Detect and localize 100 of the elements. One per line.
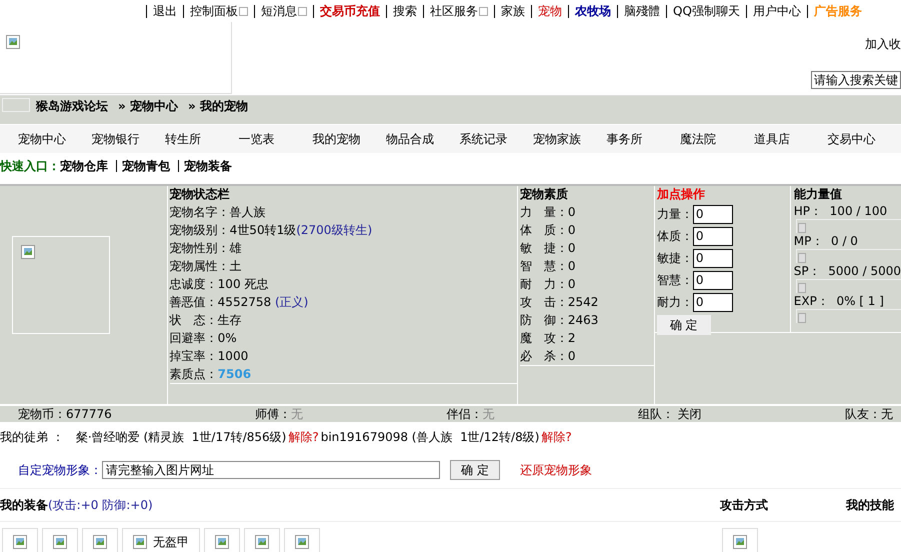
- bookmark-link[interactable]: 加入收: [865, 36, 901, 53]
- status-row-text: 素质点：7506: [170, 366, 252, 383]
- equipment-title: 我的装备(攻击:+0 防御:+0): [0, 496, 154, 514]
- nav-tab[interactable]: 交易中心: [827, 130, 901, 148]
- image-placeholder-icon: [2, 98, 30, 112]
- broken-image-icon: [53, 535, 67, 549]
- equipment-slot[interactable]: [82, 528, 118, 552]
- ability-value: EXP： 0% [ 1 ]: [794, 293, 885, 309]
- quick-link[interactable]: 宠物仓库: [60, 158, 108, 174]
- equipment-slot[interactable]: [2, 528, 38, 552]
- attribute-row-text: 防 御：2463: [520, 312, 600, 329]
- confirm-button[interactable]: 确 定: [656, 315, 711, 335]
- apprentice-text: bin191679098 (兽人族 1世/12转/8级): [320, 428, 540, 446]
- nav-tab[interactable]: 我的宠物: [312, 130, 386, 148]
- remove-link[interactable]: 解除?: [288, 428, 319, 446]
- input-field[interactable]: 0: [692, 204, 733, 224]
- equipment-slot[interactable]: [284, 528, 320, 552]
- reset-link[interactable]: 还原宠物形象: [520, 462, 592, 478]
- attribute-row-text: 耐 力：0: [520, 276, 577, 293]
- breadcrumb-link[interactable]: » 我的宠物: [188, 98, 248, 115]
- attribute-row-text: 魔 攻：2: [520, 330, 577, 347]
- equipment-slot[interactable]: [244, 528, 280, 552]
- nav-link[interactable]: 宠物: [538, 2, 562, 20]
- nav-link[interactable]: 短消息: [261, 2, 307, 20]
- section-title: 宠物状态栏: [170, 186, 231, 203]
- field-label: 体质：: [656, 228, 693, 244]
- input-field[interactable]: 0: [692, 292, 733, 312]
- field-label: 自定宠物形象：: [18, 462, 102, 478]
- section-title: 宠物素质: [520, 186, 569, 203]
- attribute-row-text: 敏 捷：0: [520, 240, 577, 257]
- status-row-text: 善恶值：4552758 (正义): [170, 294, 310, 311]
- section-title: 能力量值: [794, 186, 843, 203]
- nav-tab[interactable]: 事务所: [606, 130, 680, 148]
- input-field[interactable]: 0: [692, 270, 733, 290]
- status-row-text: 忠诚度：100 死忠: [170, 276, 270, 293]
- apprentice-label: 我的徒弟 ：: [0, 428, 64, 446]
- breadcrumb-link[interactable]: » 宠物中心: [118, 98, 178, 115]
- attribute-row-text: 智 慧：0: [520, 258, 577, 275]
- confirm-button[interactable]: 确 定: [450, 460, 500, 480]
- broken-image-icon: [215, 535, 229, 549]
- broken-image-icon: [93, 535, 107, 549]
- attack-slot[interactable]: [722, 528, 758, 552]
- nav-tab[interactable]: 一览表: [238, 130, 312, 148]
- section-title: 加点操作: [656, 186, 706, 203]
- dropdown-icon[interactable]: [239, 6, 248, 16]
- stat-item: 组队： 关闭: [638, 406, 702, 422]
- broken-image-icon: [13, 535, 27, 549]
- nav-tab[interactable]: 宠物银行: [92, 130, 166, 148]
- status-row-text: 回避率：0%: [170, 330, 238, 347]
- dropdown-icon[interactable]: [479, 6, 488, 16]
- dropdown-icon[interactable]: [298, 6, 307, 16]
- nav-link[interactable]: 搜索: [393, 2, 417, 20]
- attribute-row-text: 必 杀：0: [520, 348, 577, 365]
- status-row-text: 宠物级别：4世50转1级(2700级转生): [170, 222, 374, 239]
- status-row-text: 宠物名字：兽人族: [170, 204, 267, 221]
- broken-image-icon: [255, 535, 269, 549]
- nav-tab[interactable]: 宠物中心: [18, 130, 92, 148]
- input-field[interactable]: 0: [692, 248, 733, 268]
- attribute-row-text: 力 量：0: [520, 204, 577, 221]
- stat-item: 师傅：无: [255, 406, 304, 422]
- nav-link[interactable]: 控制面板: [190, 2, 248, 20]
- nav-link[interactable]: QQ强制聊天: [673, 2, 740, 20]
- nav-link[interactable]: 家族: [501, 2, 525, 20]
- field-label: 敏捷：: [656, 250, 693, 266]
- column-heading: 攻击方式: [720, 496, 769, 514]
- status-row-text: 宠物性别：雄: [170, 240, 243, 257]
- stat-item: 伴侣：无: [446, 406, 494, 422]
- nav-link[interactable]: 退出: [153, 2, 177, 20]
- broken-image-icon: [6, 35, 20, 49]
- nav-tab[interactable]: 转生所: [165, 130, 239, 148]
- status-row-text: 掉宝率：1000: [170, 348, 250, 365]
- quick-link[interactable]: 宠物装备: [184, 158, 232, 174]
- nav-tab[interactable]: 物品合成: [386, 130, 460, 148]
- url-field[interactable]: 请完整输入图片网址: [102, 461, 440, 479]
- nav-tab[interactable]: 魔法院: [680, 130, 754, 148]
- remove-link[interactable]: 解除?: [541, 428, 572, 446]
- nav-link[interactable]: 农牧场: [575, 2, 611, 20]
- nav-tab[interactable]: 道具店: [754, 130, 828, 148]
- broken-image-icon: [733, 535, 747, 549]
- nav-tab[interactable]: 宠物家族: [533, 130, 607, 148]
- breadcrumb-link[interactable]: 猴岛游戏论坛: [36, 98, 108, 115]
- equipment-slot[interactable]: [42, 528, 78, 552]
- nav-link[interactable]: 社区服务: [430, 2, 488, 20]
- quick-link[interactable]: 宠物青包: [122, 158, 170, 174]
- ability-value: SP： 5000 / 5000: [794, 263, 901, 279]
- input-field[interactable]: 0: [692, 226, 733, 246]
- column-heading: 我的技能: [846, 496, 895, 514]
- nav-link[interactable]: 交易币充值: [320, 2, 380, 20]
- field-label: 力量：: [656, 206, 693, 222]
- field-label: 耐力：: [656, 294, 693, 310]
- field-label: 智慧：: [656, 272, 693, 288]
- equipment-slot[interactable]: 无盔甲: [122, 528, 200, 552]
- nav-tab[interactable]: 系统记录: [459, 130, 534, 148]
- nav-link[interactable]: 脑殘體: [624, 2, 660, 20]
- status-row-text: 宠物属性：土: [170, 258, 243, 275]
- broken-image-icon: [133, 535, 147, 549]
- nav-link[interactable]: 用户中心: [752, 2, 801, 20]
- equipment-slot[interactable]: [204, 528, 240, 552]
- ability-value: HP： 100 / 100: [794, 203, 888, 219]
- search-field[interactable]: 请输入搜索关键: [811, 71, 901, 89]
